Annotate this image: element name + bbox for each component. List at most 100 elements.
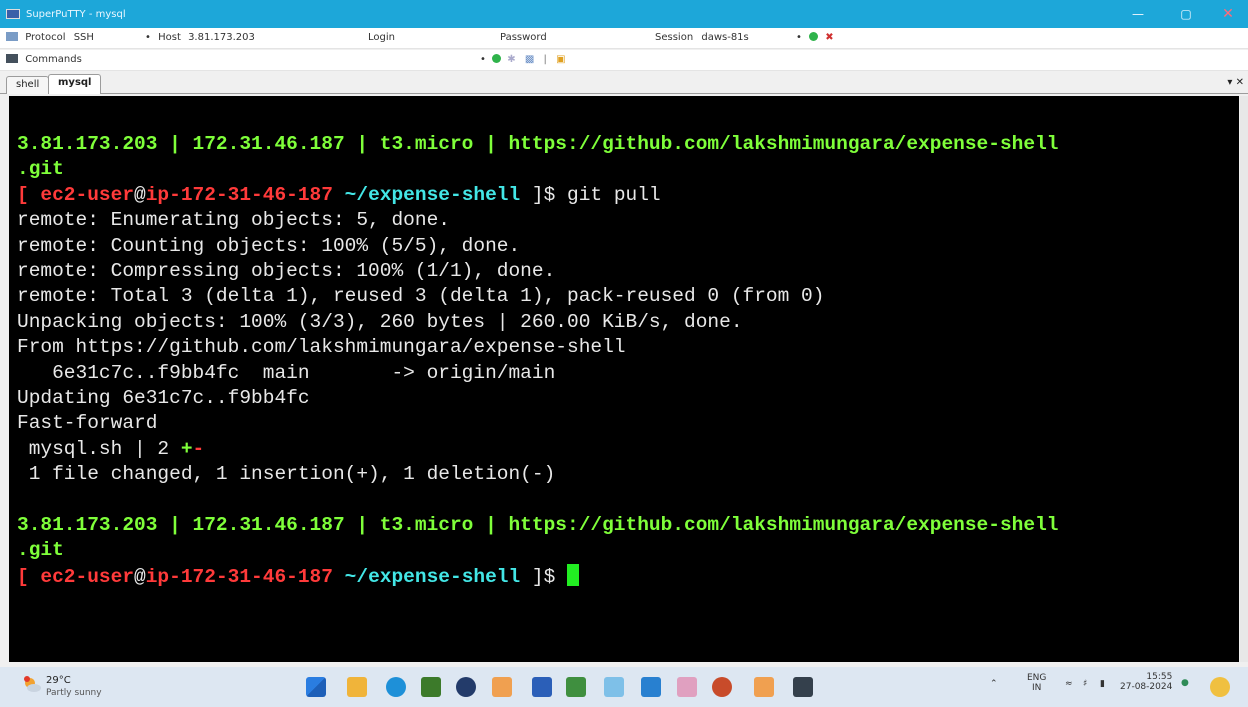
terminal-text: Fast-forward xyxy=(17,412,158,435)
maximize-button[interactable]: ▢ xyxy=(1166,0,1206,28)
screenshot-icon[interactable]: ▩ xyxy=(525,54,534,65)
commands-toolbar: Commands • ✱ ▩ | ▣ xyxy=(0,50,1248,71)
terminal-text: ip-172-31-46-187 xyxy=(145,565,333,588)
clear-icon[interactable]: ✖ xyxy=(825,32,833,43)
window-title: SuperPuTTY - mysql xyxy=(26,8,126,20)
notification-bell-icon[interactable]: ● xyxy=(1181,678,1189,688)
terminal-text: remote: Total 3 (delta 1), reused 3 (del… xyxy=(17,285,825,308)
terminal-scrollbar[interactable] xyxy=(1240,96,1248,662)
word-icon[interactable] xyxy=(532,677,552,697)
terminal-line: [ ec2-user@ip-172-31-46-187 ~/expense-sh… xyxy=(17,183,1239,208)
terminal-line: Updating 6e31c7c..f9bb4fc xyxy=(17,386,1239,411)
terminal-text: ~/expense-shell xyxy=(332,183,521,206)
copilot-icon[interactable] xyxy=(1210,677,1230,697)
tab-menu-icon[interactable]: ▾ ✕ xyxy=(1227,77,1244,88)
terminal-line: 6e31c7c..f9bb4fc main -> origin/main xyxy=(17,361,1239,386)
terminal-line: mysql.sh | 2 +- xyxy=(17,437,1239,462)
app-icon[interactable] xyxy=(492,677,512,697)
terminal-text: + xyxy=(180,437,193,460)
photos-icon[interactable] xyxy=(604,677,624,697)
battery-icon[interactable]: ▮ xyxy=(1100,679,1105,689)
terminal-line: remote: Enumerating objects: 5, done. xyxy=(17,208,1239,233)
terminal-text: .git xyxy=(17,539,64,562)
protocol-label: Protocol xyxy=(25,32,66,43)
terminal-line: 3.81.173.203 | 172.31.46.187 | t3.micro … xyxy=(17,132,1239,157)
tab-shell[interactable]: shell xyxy=(6,76,50,94)
terminal-cursor xyxy=(567,563,580,586)
terminal-text: 3.81.173.203 | 172.31.46.187 | t3.micro … xyxy=(17,513,1059,536)
title-bar: SuperPuTTY - mysql — ▢ ✕ xyxy=(0,0,1248,28)
terminal-text: - xyxy=(192,437,205,460)
protocol-selector[interactable]: Protocol SSH xyxy=(6,32,94,43)
terminal-line: remote: Compressing objects: 100% (1/1),… xyxy=(17,259,1239,284)
tab-mysql[interactable]: mysql xyxy=(48,74,102,94)
password-label: Password xyxy=(500,32,547,43)
terminal-text: ]$ xyxy=(520,565,568,588)
terminal-text: remote: Enumerating objects: 5, done. xyxy=(17,209,450,232)
terminal-line: remote: Total 3 (delta 1), reused 3 (del… xyxy=(17,284,1239,309)
clock[interactable]: 15:55 27-08-2024 xyxy=(1120,672,1172,692)
terminal-icon xyxy=(6,54,18,63)
password-field[interactable]: Password xyxy=(500,32,547,43)
connect-icon[interactable] xyxy=(809,32,819,41)
commands-field[interactable]: Commands xyxy=(6,54,82,65)
edge-icon[interactable] xyxy=(386,677,406,697)
weather-temperature: 29°C xyxy=(46,675,71,686)
terminal-text: [ xyxy=(17,183,41,206)
terminal-text: Unpacking objects: 100% (3/3), 260 bytes… xyxy=(17,310,743,333)
clock-time: 15:55 xyxy=(1146,672,1173,682)
volume-icon[interactable]: ♯ xyxy=(1083,679,1087,689)
dropdown-dot-icon: • xyxy=(796,32,802,43)
minimize-button[interactable]: — xyxy=(1118,0,1158,28)
weather-icon[interactable] xyxy=(22,675,42,695)
terminal-text: Updating 6e31c7c..f9bb4fc xyxy=(17,386,310,409)
superputty-app-icon xyxy=(6,9,20,19)
vpn-icon[interactable] xyxy=(456,677,476,697)
terminal-output[interactable]: 3.81.173.203 | 172.31.46.187 | t3.micro … xyxy=(9,96,1239,662)
weather-description: Partly sunny xyxy=(46,688,102,698)
send-command-icon[interactable] xyxy=(492,54,502,63)
language-code: ENG xyxy=(1027,673,1047,683)
star-icon[interactable]: ✱ xyxy=(507,54,515,65)
terminal-text: @ xyxy=(134,565,146,588)
separator: | xyxy=(543,54,547,65)
host-value: 3.81.173.203 xyxy=(188,32,255,43)
dropdown-dot-icon: • xyxy=(480,54,486,65)
terminal-text: [ xyxy=(17,565,41,588)
terminal-line: .git xyxy=(17,538,1239,563)
login-field[interactable]: Login xyxy=(368,32,395,43)
terminal-line: [ ec2-user@ip-172-31-46-187 ~/expense-sh… xyxy=(17,563,1239,589)
session-field[interactable]: Session daws-81s xyxy=(655,32,749,43)
terminal-line: From https://github.com/lakshmimungara/e… xyxy=(17,335,1239,360)
chrome-icon[interactable] xyxy=(712,677,732,697)
protocol-icon xyxy=(6,32,18,41)
close-button[interactable]: ✕ xyxy=(1208,0,1248,28)
notepad-icon[interactable] xyxy=(566,677,586,697)
terminal-text: 1 file changed, 1 insertion(+), 1 deleti… xyxy=(17,463,556,486)
window-icon[interactable]: ▣ xyxy=(556,54,565,65)
host-label: Host xyxy=(158,32,181,43)
session-actions: • ✖ xyxy=(796,32,834,43)
vscode-icon[interactable] xyxy=(641,677,661,697)
store-icon[interactable] xyxy=(421,677,441,697)
terminal-text: remote: Compressing objects: 100% (1/1),… xyxy=(17,259,556,282)
language-region: IN xyxy=(1032,683,1042,693)
protocol-value: SSH xyxy=(73,32,94,43)
command-actions: • ✱ ▩ | ▣ xyxy=(480,54,569,65)
session-label: Session xyxy=(655,32,694,43)
tray-chevron-icon[interactable]: ⌃ xyxy=(990,679,998,689)
file-explorer-icon[interactable] xyxy=(347,677,367,697)
terminal-text: mysql.sh | 2 xyxy=(17,437,181,460)
language-indicator[interactable]: ENG IN xyxy=(1027,673,1046,693)
terminal-text: 6e31c7c..f9bb4fc main -> origin/main xyxy=(17,361,556,384)
terminal-line: .git xyxy=(17,157,1239,182)
wifi-icon[interactable]: ≈ xyxy=(1065,679,1073,689)
start-icon[interactable] xyxy=(306,677,326,697)
app-icon-2[interactable] xyxy=(754,677,774,697)
host-field[interactable]: • Host 3.81.173.203 xyxy=(145,32,255,43)
terminal-text: ]$ git pull xyxy=(520,183,661,206)
superputty-taskbar-icon[interactable] xyxy=(793,677,813,697)
slack-icon[interactable] xyxy=(677,677,697,697)
terminal-line: Unpacking objects: 100% (3/3), 260 bytes… xyxy=(17,310,1239,335)
